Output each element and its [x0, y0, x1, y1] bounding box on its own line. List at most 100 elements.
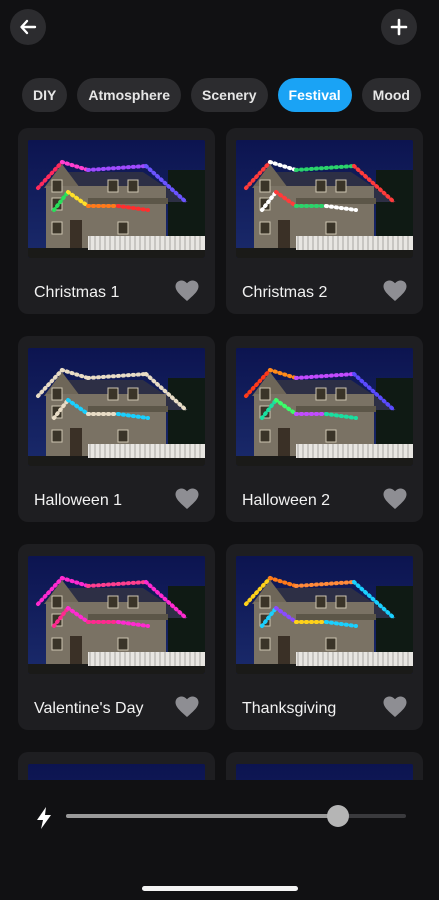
- preset-title: Thanksgiving: [242, 700, 337, 717]
- tree: [376, 378, 413, 448]
- tree: [168, 378, 205, 448]
- add-button[interactable]: [381, 9, 417, 45]
- heart-icon[interactable]: [383, 696, 407, 718]
- window: [127, 595, 139, 609]
- door: [278, 428, 290, 456]
- fence: [88, 444, 205, 458]
- heart-icon[interactable]: [383, 280, 407, 302]
- preset-card[interactable]: Christmas 2: [226, 128, 423, 314]
- window: [51, 595, 63, 609]
- brightness-panel: [0, 780, 439, 900]
- back-button[interactable]: [10, 9, 46, 45]
- window: [325, 637, 337, 651]
- window: [315, 387, 327, 401]
- porch-roof: [88, 406, 168, 412]
- preset-card[interactable]: Valentine's Day: [18, 544, 215, 730]
- tree: [376, 170, 413, 240]
- preset-title: Christmas 2: [242, 284, 328, 301]
- tab-festival[interactable]: Festival: [277, 78, 352, 112]
- house-illustration: [236, 556, 413, 674]
- window: [117, 429, 129, 443]
- window: [259, 595, 271, 609]
- preset-card[interactable]: Halloween 1: [18, 336, 215, 522]
- house-illustration: [236, 348, 413, 466]
- preset-thumbnail: [236, 556, 413, 674]
- tab-scenery[interactable]: Scenery: [191, 78, 268, 112]
- door: [278, 220, 290, 248]
- door: [70, 636, 82, 664]
- window: [259, 637, 271, 651]
- top-bar: [0, 0, 439, 60]
- preset-card[interactable]: Christmas 1: [18, 128, 215, 314]
- window: [335, 595, 347, 609]
- preset-card[interactable]: Thanksgiving: [226, 544, 423, 730]
- door: [278, 636, 290, 664]
- preset-card[interactable]: Halloween 2: [226, 336, 423, 522]
- window: [51, 387, 63, 401]
- heart-icon[interactable]: [383, 488, 407, 510]
- window: [51, 221, 63, 235]
- preset-card[interactable]: [18, 752, 215, 780]
- house-illustration: [28, 348, 205, 466]
- slider-knob[interactable]: [327, 805, 349, 827]
- tree: [168, 170, 205, 240]
- window: [259, 179, 271, 193]
- window: [259, 221, 271, 235]
- arrow-left-icon: [20, 19, 37, 35]
- window: [107, 179, 119, 193]
- fence: [296, 236, 413, 250]
- porch-roof: [296, 406, 376, 412]
- window: [127, 179, 139, 193]
- lightning-bolt-icon: [37, 807, 51, 829]
- preset-grid: Christmas 1 Christmas 2 Halloween 1 Hall…: [0, 128, 439, 780]
- porch-roof: [88, 198, 168, 204]
- preset-thumbnail: [236, 764, 413, 780]
- preset-thumbnail: [236, 140, 413, 258]
- porch-roof: [296, 614, 376, 620]
- brightness-slider[interactable]: [66, 805, 406, 827]
- slider-fill: [66, 814, 338, 818]
- fence: [88, 236, 205, 250]
- preset-thumbnail: [28, 764, 205, 780]
- preset-thumbnail: [28, 140, 205, 258]
- house-illustration: [28, 140, 205, 258]
- tab-atmosphere[interactable]: Atmosphere: [77, 78, 182, 112]
- window: [117, 637, 129, 651]
- heart-icon[interactable]: [175, 280, 199, 302]
- category-tabs: DIY Atmosphere Scenery Festival Mood: [22, 78, 421, 112]
- house-illustration: [28, 764, 205, 780]
- preset-card[interactable]: [226, 752, 423, 780]
- house-illustration: [236, 140, 413, 258]
- plus-icon: [390, 18, 408, 36]
- window: [107, 387, 119, 401]
- preset-thumbnail: [28, 348, 205, 466]
- porch-roof: [88, 614, 168, 620]
- window: [325, 429, 337, 443]
- heart-icon[interactable]: [175, 696, 199, 718]
- window: [259, 429, 271, 443]
- window: [51, 179, 63, 193]
- fence: [296, 444, 413, 458]
- tree: [376, 586, 413, 656]
- tab-diy[interactable]: DIY: [22, 78, 68, 112]
- window: [259, 387, 271, 401]
- house-illustration: [236, 764, 413, 780]
- heart-icon[interactable]: [175, 488, 199, 510]
- window: [51, 429, 63, 443]
- preset-thumbnail: [28, 556, 205, 674]
- preset-title: Valentine's Day: [34, 700, 144, 717]
- night-sky: [236, 764, 413, 780]
- door: [70, 428, 82, 456]
- preset-title: Halloween 1: [34, 492, 123, 509]
- tab-mood[interactable]: Mood: [361, 78, 421, 112]
- window: [127, 387, 139, 401]
- window: [51, 637, 63, 651]
- window: [335, 387, 347, 401]
- window: [335, 179, 347, 193]
- home-indicator: [142, 886, 298, 891]
- night-sky: [28, 764, 205, 780]
- preset-title: Christmas 1: [34, 284, 120, 301]
- preset-title: Halloween 2: [242, 492, 331, 509]
- fence: [88, 652, 205, 666]
- window: [325, 221, 337, 235]
